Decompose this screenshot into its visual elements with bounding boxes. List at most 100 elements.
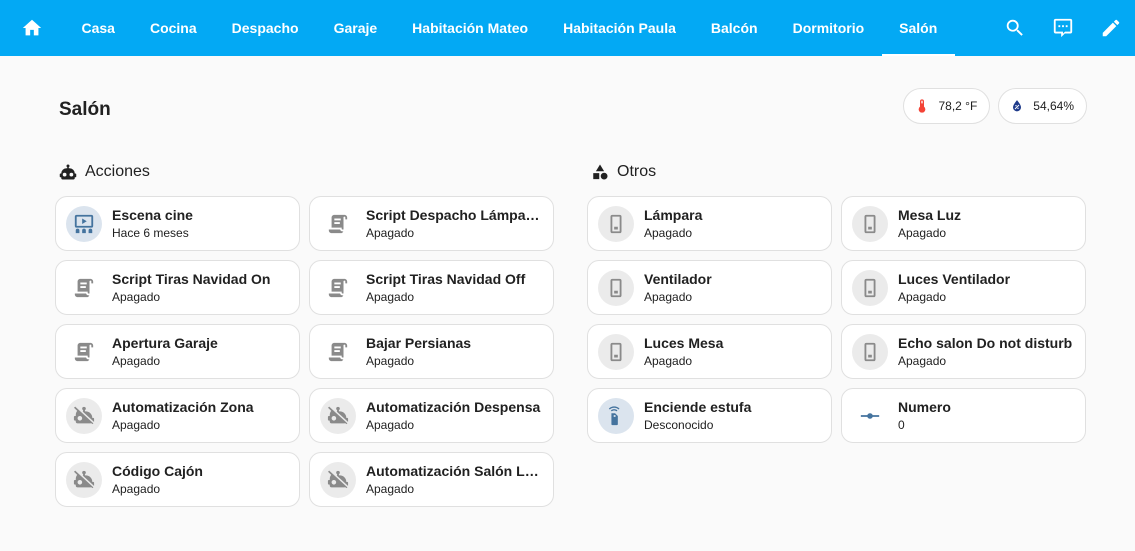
tile-name: Script Tiras Navidad Off [366,271,526,287]
home-icon [22,19,42,36]
water-percent-icon [1013,100,1022,112]
script-text-icon [328,342,348,361]
home-button[interactable] [0,0,64,56]
tile-apertura-garaje[interactable]: Apertura Garaje Apagado [55,324,300,379]
tile-state: Apagado [366,354,415,368]
robot-off-icon [327,406,349,424]
tab-salon[interactable]: Salón [881,0,955,56]
tab-habitacion-paula[interactable]: Habitación Paula [546,0,694,56]
tile-name: Código Cajón [112,463,203,479]
tile-state: Apagado [366,226,415,240]
shape-icon [593,164,608,180]
light-switch-icon [864,342,876,361]
tile-echo-salon-do-not-disturb[interactable]: Echo salon Do not disturb Apagado [841,324,1086,379]
tile-icon-bg [66,397,102,434]
tile-name: Escena cine [112,207,193,223]
assist-button[interactable] [1039,0,1087,56]
tab-label: Dormitorio [792,20,865,36]
thermometer-icon [919,99,926,113]
tile-numero[interactable]: Numero 0 [841,388,1086,443]
top-app-bar: Casa Cocina Despacho Garaje Habitación M… [0,0,1135,56]
tile-lampara[interactable]: Lámpara Apagado [587,196,832,251]
search-icon [1006,19,1023,36]
tile-luces-mesa[interactable]: Luces Mesa Apagado [587,324,832,379]
tile-icon-bg [852,333,888,370]
tile-icon-bg [598,397,634,434]
tile-icon-bg [852,269,888,306]
script-text-icon [74,342,94,361]
tile-state: Apagado [898,290,947,304]
tile-automatizacion-salon[interactable]: Automatización Salón Lá... Apagado [309,452,554,507]
edit-dashboard-button[interactable] [1087,0,1135,56]
light-switch-icon [610,214,622,233]
acciones-grid: Escena cine Hace 6 meses Script Despacho … [55,196,554,507]
tile-name: Lámpara [644,207,703,223]
temperature-value: 78,2 °F [938,99,978,113]
page-title: Salón [59,99,111,120]
section-title: Otros [617,163,657,180]
tile-name: Script Tiras Navidad On [112,271,271,287]
tile-ventilador[interactable]: Ventilador Apagado [587,260,832,315]
tab-casa[interactable]: Casa [64,0,132,56]
tile-automatizacion-despensa[interactable]: Automatización Despensa Apagado [309,388,554,443]
tile-state: 0 [898,418,905,432]
tile-state: Apagado [366,418,415,432]
tile-icon-bg [852,398,888,434]
tile-bajar-persianas[interactable]: Bajar Persianas Apagado [309,324,554,379]
tile-name: Luces Mesa [644,335,724,351]
tile-name: Luces Ventilador [898,271,1011,287]
tile-name: Automatización Despensa [366,399,541,415]
tab-label: Cocina [149,20,197,36]
tile-script-despacho-lampara[interactable]: Script Despacho Lámpara ... Apagado [309,196,554,251]
tile-name: Echo salon Do not disturb [898,335,1073,351]
tile-name: Automatización Salón Lá... [366,463,543,479]
tab-garaje[interactable]: Garaje [316,0,395,56]
ray-vertex-icon [860,412,880,419]
tile-icon-bg [66,205,102,242]
assist-chat-icon [1053,18,1073,38]
pencil-icon [1102,19,1120,37]
tile-script-tiras-navidad-on[interactable]: Script Tiras Navidad On Apagado [55,260,300,315]
tile-icon-bg [320,397,356,434]
tile-mesa-luz[interactable]: Mesa Luz Apagado [841,196,1086,251]
tab-dormitorio[interactable]: Dormitorio [775,0,882,56]
tab-label: Despacho [231,20,299,36]
tile-state: Desconocido [644,418,714,432]
temperature-badge[interactable]: 78,2 °F [903,88,991,124]
tab-cocina[interactable]: Cocina [132,0,214,56]
tile-state: Apagado [898,354,947,368]
tile-icon-bg [66,334,102,370]
tile-script-tiras-navidad-off[interactable]: Script Tiras Navidad Off Apagado [309,260,554,315]
tile-name: Apertura Garaje [112,335,218,351]
tile-state: Apagado [112,418,161,432]
tile-state: Apagado [644,354,693,368]
tile-name: Automatización Zona [112,399,254,415]
tab-label: Habitación Mateo [412,20,529,36]
light-switch-icon [610,278,622,297]
tile-state: Apagado [366,482,415,496]
tile-luces-ventilador[interactable]: Luces Ventilador Apagado [841,260,1086,315]
otros-grid: Lámpara Apagado Mesa Luz Apagado Ventilado… [587,196,1086,443]
tile-state: Apagado [644,290,693,304]
tile-automatizacion-zona[interactable]: Automatización Zona Apagado [55,388,300,443]
sensor-badges: 78,2 °F 54,64% [903,88,1087,124]
tile-state: Apagado [898,226,947,240]
tile-icon-bg [320,270,356,306]
scene-theater-icon [74,214,94,233]
humidity-badge[interactable]: 54,64% [998,88,1087,124]
view-tabs: Casa Cocina Despacho Garaje Habitación M… [64,0,955,56]
light-switch-icon [864,214,876,233]
tab-balcon[interactable]: Balcón [693,0,775,56]
light-switch-icon [610,342,622,361]
tile-icon-bg [598,333,634,370]
tile-enciende-estufa[interactable]: Enciende estufa Desconocido [587,388,832,443]
tab-despacho[interactable]: Despacho [214,0,316,56]
tab-habitacion-mateo[interactable]: Habitación Mateo [395,0,546,56]
tile-codigo-cajon[interactable]: Código Cajón Apagado [55,452,300,507]
section-header-otros: Otros [591,163,656,181]
search-button[interactable] [991,0,1039,56]
remote-ir-icon [608,405,620,425]
section-title: Acciones [85,163,150,180]
tile-icon-bg [66,461,102,498]
tile-escena-cine[interactable]: Escena cine Hace 6 meses [55,196,300,251]
